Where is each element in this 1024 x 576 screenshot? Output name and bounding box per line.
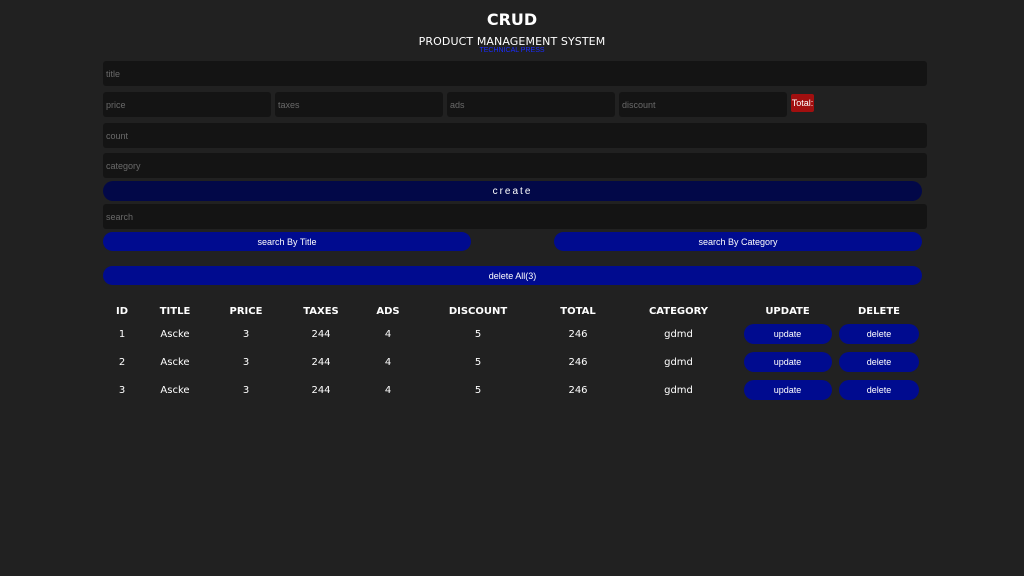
cell-discount: 5	[474, 384, 482, 396]
table-row: 2 Ascke 3 244 4 5 246 gdmd update delete	[103, 348, 923, 376]
update-button[interactable]: update	[743, 352, 832, 372]
cell-total: 246	[568, 356, 588, 368]
count-input[interactable]	[103, 123, 927, 148]
cell-delete: delete	[835, 348, 923, 376]
cell-id: 3	[118, 384, 126, 396]
taxes-input[interactable]	[275, 92, 443, 117]
page-header: CRUD PRODUCT MANAGEMENT SYSTEM TECHNICAL…	[0, 8, 1024, 55]
title-input[interactable]	[103, 61, 927, 86]
update-button[interactable]: update	[743, 324, 832, 344]
cell-discount: 5	[474, 356, 482, 368]
cell-id: 2	[118, 356, 126, 368]
delete-button[interactable]: delete	[839, 352, 919, 372]
cell-ads: 4	[384, 356, 392, 368]
cell-category: gdmd	[664, 328, 693, 340]
cell-update: update	[740, 376, 835, 404]
cell-category: gdmd	[664, 384, 693, 396]
category-input[interactable]	[103, 153, 927, 178]
cell-update: update	[740, 320, 835, 348]
cell-delete: delete	[835, 320, 923, 348]
header-discount: DISCOUNT	[448, 305, 508, 317]
total-display: Total:	[791, 94, 814, 112]
header-ads: ADS	[376, 305, 400, 317]
cell-title: Ascke	[160, 328, 190, 340]
cell-discount: 5	[474, 328, 482, 340]
cell-price: 3	[242, 384, 250, 396]
cell-delete: delete	[835, 376, 923, 404]
ads-input[interactable]	[447, 92, 615, 117]
cell-ads: 4	[384, 384, 392, 396]
cell-update: update	[740, 348, 835, 376]
header-category: CATEGORY	[648, 305, 709, 317]
discount-input[interactable]	[619, 92, 787, 117]
header-update: UPDATE	[765, 305, 810, 317]
price-input[interactable]	[103, 92, 271, 117]
table-header-row: ID TITLE PRICE TAXES ADS DISCOUNT TOTAL …	[103, 302, 923, 320]
table-row: 3 Ascke 3 244 4 5 246 gdmd update delete	[103, 376, 923, 404]
header-price: PRICE	[229, 305, 263, 317]
header-total: TOTAL	[560, 305, 596, 317]
cell-total: 246	[568, 384, 588, 396]
delete-button[interactable]: delete	[839, 380, 919, 400]
cell-title: Ascke	[160, 384, 190, 396]
search-by-category-button[interactable]: search By Category	[554, 232, 922, 251]
header-id: ID	[115, 305, 129, 317]
cell-ads: 4	[384, 328, 392, 340]
header-delete: DELETE	[858, 305, 900, 317]
delete-all-button[interactable]: delete All(3)	[103, 266, 922, 285]
cell-taxes: 244	[311, 356, 331, 368]
products-table: ID TITLE PRICE TAXES ADS DISCOUNT TOTAL …	[103, 302, 923, 404]
cell-price: 3	[242, 356, 250, 368]
table-row: 1 Ascke 3 244 4 5 246 gdmd update delete	[103, 320, 923, 348]
update-button[interactable]: update	[743, 380, 832, 400]
header-title: TITLE	[159, 305, 191, 317]
cell-taxes: 244	[311, 328, 331, 340]
cell-category: gdmd	[664, 356, 693, 368]
header-taxes: TAXES	[303, 305, 339, 317]
cell-total: 246	[568, 328, 588, 340]
cell-id: 1	[118, 328, 126, 340]
create-button[interactable]: create	[103, 181, 922, 201]
page-title: CRUD	[486, 10, 538, 29]
search-input[interactable]	[103, 204, 927, 229]
delete-button[interactable]: delete	[839, 324, 919, 344]
cell-taxes: 244	[311, 384, 331, 396]
cell-price: 3	[242, 328, 250, 340]
author-credit: TECHNICAL PRESS	[479, 47, 545, 54]
cell-title: Ascke	[160, 356, 190, 368]
search-by-title-button[interactable]: search By Title	[103, 232, 471, 251]
